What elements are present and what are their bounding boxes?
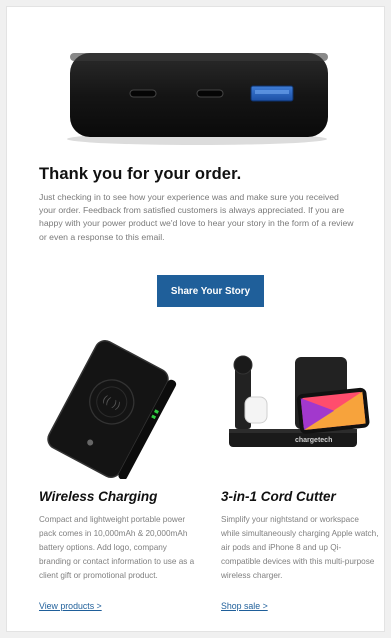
page-title: Thank you for your order. [39,165,242,183]
shop-sale-link[interactable]: Shop sale > [221,601,268,611]
product-title-wireless: Wireless Charging [39,489,158,504]
product-title-cord-cutter: 3-in-1 Cord Cutter [221,489,336,504]
product-desc-wireless: Compact and lightweight portable power p… [39,515,195,581]
brand-text: chargetech [295,437,332,444]
wireless-charger-image: (( )) [33,339,183,484]
product-desc-cord-cutter: Simplify your nightstand or workspace wh… [221,515,379,581]
view-products-link[interactable]: View products > [39,601,102,611]
share-story-button[interactable]: Share Your Story [157,275,264,307]
email-card: Thank you for your order. Just checking … [6,6,385,632]
intro-paragraph: Just checking in to see how your experie… [39,192,354,242]
charging-stand-image: chargetech [221,345,371,462]
hero-power-bank-image [7,7,384,157]
